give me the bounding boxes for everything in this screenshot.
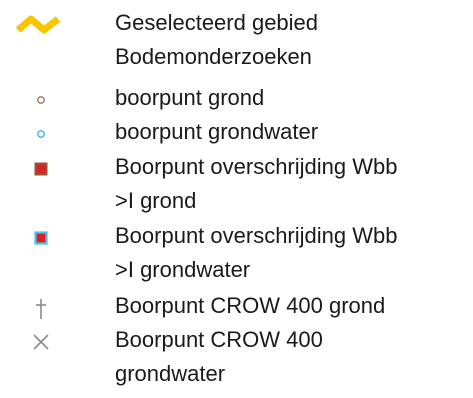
red-square-brown-outline-icon [26,154,56,184]
cyan-circle-icon [26,119,56,149]
legend-label-line-1: Boorpunt overschrijding Wbb [115,223,398,248]
yellow-zigzag-line-icon [14,10,74,40]
legend-label: Boorpunt CROW 400 grond [115,293,386,318]
legend-label-line-1: Boorpunt CROW 400 [115,327,323,352]
legend-label: boorpunt grond [115,85,265,110]
x-cross-icon [26,327,56,357]
legend-label: Geselecteerd gebied [115,10,319,35]
map-legend: Geselecteerd gebied Bodemonderzoeken boo… [0,0,473,398]
legend-label-line-1: Boorpunt overschrijding Wbb [115,154,398,179]
dagger-cross-icon [26,293,56,323]
legend-label-line-2: grondwater [115,361,226,386]
red-square-cyan-outline-icon [26,223,56,253]
legend-label-line-2: >I grondwater [115,257,251,282]
legend-label-line-2: >I grond [115,188,197,213]
legend-group-title: Bodemonderzoeken [115,44,312,69]
legend-label: boorpunt grondwater [115,119,319,144]
brown-circle-icon [26,85,56,115]
